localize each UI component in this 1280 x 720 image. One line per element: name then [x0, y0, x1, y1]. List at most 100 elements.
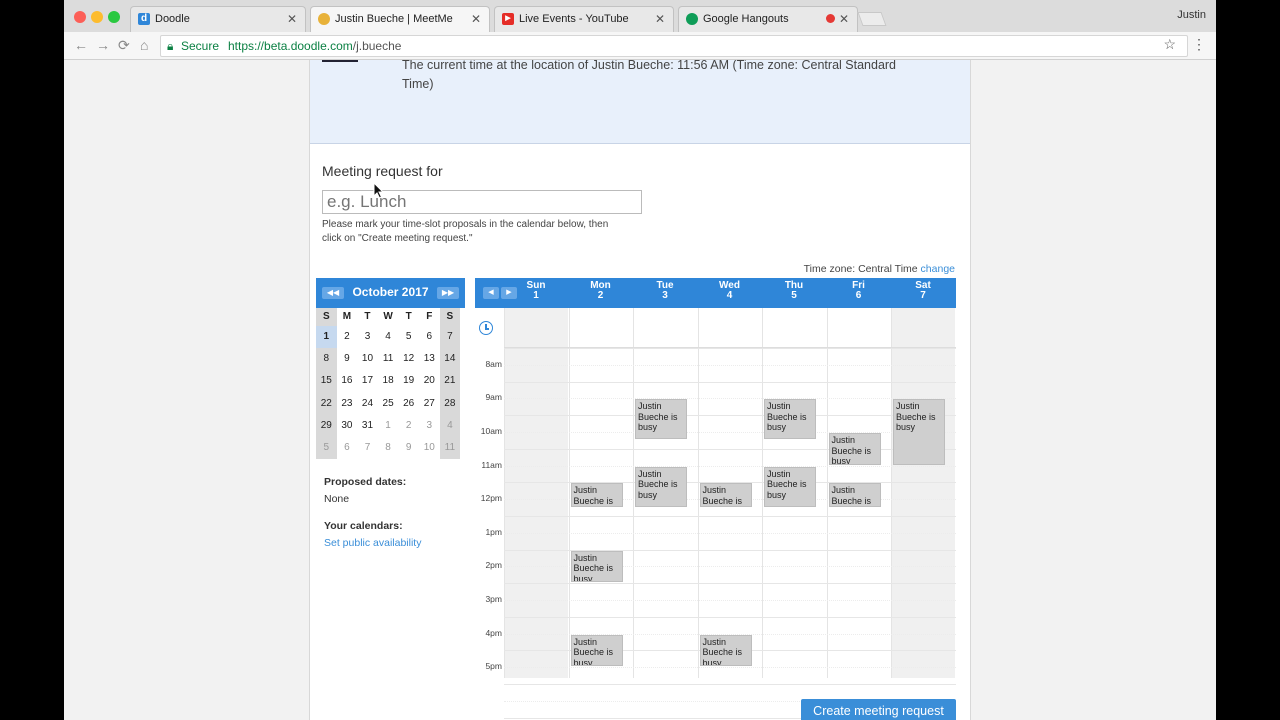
mini-calendar-day[interactable]: 22: [316, 392, 337, 415]
maximize-window-button[interactable]: [108, 11, 120, 23]
tab-youtube[interactable]: ▶ Live Events - YouTube ✕: [494, 6, 674, 32]
day-column[interactable]: [504, 308, 568, 678]
close-tab-icon[interactable]: ✕: [655, 12, 665, 26]
mini-calendar-day[interactable]: 8: [316, 348, 337, 371]
mini-calendar-day[interactable]: 23: [337, 393, 358, 415]
mini-calendar-day[interactable]: 6: [337, 437, 358, 459]
mini-calendar-day[interactable]: 14: [439, 348, 461, 371]
mini-calendar-day[interactable]: 10: [419, 437, 440, 459]
mini-calendar-day[interactable]: 11: [378, 348, 399, 370]
week-grid[interactable]: 8am 9am 10am 11am 12pm 1pm 2pm 3pm 4pm 5pm Justin …: [475, 308, 956, 719]
mini-calendar-day[interactable]: 16: [337, 370, 358, 392]
busy-block: Justin Bueche is busy: [764, 466, 816, 507]
bookmark-star-icon[interactable]: ☆: [1163, 36, 1176, 53]
mini-calendar-day[interactable]: 17: [357, 370, 378, 392]
hour-label: 3pm: [485, 594, 502, 604]
next-month-icon[interactable]: ▶▶: [437, 287, 459, 299]
mini-calendar-day[interactable]: 6: [419, 326, 440, 348]
hour-label: 1pm: [485, 526, 502, 537]
close-tab-icon[interactable]: ✕: [839, 12, 849, 26]
mini-calendar-day[interactable]: 26: [398, 393, 419, 415]
home-icon[interactable]: ⌂: [140, 37, 148, 53]
mini-calendar-day[interactable]: 2: [337, 326, 358, 348]
create-meeting-request-button[interactable]: Create meeting request: [801, 699, 956, 720]
timezone-change-link[interactable]: change: [921, 263, 955, 275]
previous-week-icon[interactable]: ◀: [483, 287, 499, 299]
tab-doodle[interactable]: d Doodle ✕: [130, 6, 306, 32]
youtube-favicon-icon: ▶: [502, 13, 514, 25]
busy-block: Justin Bueche is busy: [764, 399, 816, 440]
mini-calendar-day[interactable]: 10: [357, 348, 378, 370]
reload-icon[interactable]: ⟳: [118, 37, 130, 54]
hour-label: 8am: [485, 358, 502, 369]
week-day-date: 2: [597, 290, 604, 301]
tab-meetme[interactable]: Justin Bueche | MeetMe ✕: [310, 6, 490, 32]
page-content: The current time at the location of Just…: [64, 60, 1216, 720]
your-calendars-heading: Your calendars:: [324, 520, 403, 532]
mini-calendar-day[interactable]: 29: [316, 414, 337, 437]
busy-block: Justin Bueche is busy: [828, 483, 881, 507]
mini-calendar-day[interactable]: 7: [439, 326, 461, 349]
meetme-favicon-icon: [318, 13, 330, 25]
mini-calendar-day[interactable]: 19: [398, 370, 419, 392]
mini-calendar-day[interactable]: 18: [378, 370, 399, 392]
mini-calendar-day[interactable]: 15: [316, 370, 337, 393]
meeting-title-input[interactable]: [322, 190, 642, 214]
mini-calendar-grid: S M T W T F S 1 2 3 4 5 6 7 8 9 10 11 12 13 14 15 16 17 18 19 20 21…: [316, 308, 465, 460]
set-public-availability-link[interactable]: Set public availability: [324, 537, 421, 549]
mini-calendar-day[interactable]: 3: [357, 326, 378, 348]
mini-calendar-day[interactable]: 21: [439, 370, 461, 393]
close-window-button[interactable]: [74, 11, 86, 23]
back-arrow-icon[interactable]: ←: [74, 37, 88, 53]
mini-calendar-day[interactable]: 20: [419, 370, 440, 392]
doodle-favicon-icon: d: [138, 13, 150, 25]
mini-calendar-day[interactable]: 3: [419, 415, 440, 437]
mini-calendar-day[interactable]: 8: [378, 437, 399, 459]
all-day-row[interactable]: [504, 308, 956, 348]
week-day-header: Sun 1: [504, 281, 568, 301]
mini-calendar-day[interactable]: 2: [398, 415, 419, 437]
mini-calendar-day[interactable]: 5: [398, 326, 419, 348]
close-tab-icon[interactable]: ✕: [471, 12, 481, 26]
mini-calendar-day[interactable]: 30: [337, 415, 358, 437]
grid-line: [504, 348, 956, 349]
mini-calendar-day[interactable]: 4: [439, 414, 461, 437]
mini-calendar-day[interactable]: 5: [316, 436, 337, 460]
mini-calendar-day[interactable]: 11: [439, 436, 461, 460]
mini-calendar-day[interactable]: 13: [419, 348, 440, 370]
busy-block: Justin Bueche is busy: [893, 399, 945, 465]
browser-menu-icon[interactable]: ⋮: [1192, 36, 1206, 53]
forward-arrow-icon[interactable]: →: [96, 37, 110, 53]
mini-calendar-day[interactable]: 7: [357, 437, 378, 459]
recording-indicator-icon: [826, 14, 835, 23]
profile-name[interactable]: Justin: [1177, 9, 1206, 21]
weekday-label: S: [316, 308, 337, 326]
minimize-window-button[interactable]: [91, 11, 103, 23]
grid-line: [504, 583, 956, 585]
new-tab-button[interactable]: [857, 12, 887, 26]
week-day-header: Wed 4: [698, 281, 762, 301]
mini-calendar-day[interactable]: 24: [357, 393, 378, 415]
timezone-label: Time zone: Central Time: [803, 263, 918, 275]
address-bar[interactable]: 🔒︎ Secure https://beta.doodle.com/j.buec…: [160, 35, 1188, 57]
mini-calendar-day[interactable]: 27: [419, 393, 440, 415]
mini-calendar-day[interactable]: 4: [378, 326, 399, 348]
weekday-label: F: [426, 311, 433, 322]
grid-line: [504, 600, 956, 601]
grid-line: [504, 667, 956, 669]
tab-hangouts[interactable]: Google Hangouts ✕: [678, 6, 858, 32]
mini-calendar-day[interactable]: 28: [439, 392, 461, 415]
mini-calendar-day[interactable]: 9: [337, 348, 358, 370]
close-tab-icon[interactable]: ✕: [287, 12, 297, 26]
mini-calendar-day[interactable]: 12: [398, 348, 419, 370]
hour-label: 2pm: [485, 560, 502, 571]
mini-calendar-day[interactable]: 1: [378, 415, 399, 437]
busy-block: Justin Bueche is busy: [570, 634, 623, 667]
week-day-header: Tue 3: [633, 281, 697, 301]
day-column[interactable]: [891, 308, 955, 678]
current-time-text: The current time at the location of Just…: [402, 60, 897, 91]
mini-calendar-day[interactable]: 25: [378, 393, 399, 415]
mini-calendar-day[interactable]: 9: [398, 437, 419, 459]
mini-calendar-day[interactable]: 31: [357, 415, 378, 437]
mini-calendar-day[interactable]: 1: [316, 326, 337, 349]
